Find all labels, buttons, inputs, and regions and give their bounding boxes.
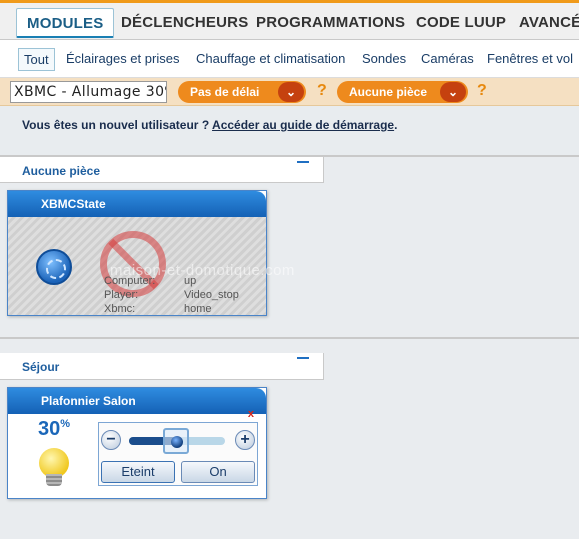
minimize-icon[interactable]	[297, 161, 309, 163]
top-accent-line	[0, 0, 579, 3]
device-name: XBMCState	[8, 191, 266, 217]
gear-icon[interactable]	[36, 249, 72, 285]
off-button[interactable]: Eteint	[101, 461, 175, 483]
level-readout: 30%	[38, 418, 70, 441]
top-tab-bar: MODULES DÉCLENCHEURS PROGRAMMATIONS CODE…	[0, 0, 579, 40]
sub-tab-bar: Tout Éclairages et prises Chauffage et c…	[0, 40, 579, 78]
subtab-sondes[interactable]: Sondes	[362, 51, 406, 66]
subtab-fenetres[interactable]: Fenêtres et vol	[487, 51, 573, 66]
watermark: maison-et-domotique.com	[110, 262, 295, 279]
field-value: home	[184, 303, 212, 315]
tab-programmations[interactable]: PROGRAMMATIONS	[256, 8, 405, 38]
device-name: Plafonnier Salon	[8, 388, 266, 414]
room-header: Séjour	[0, 353, 324, 380]
room-help-icon[interactable]: ?	[477, 82, 487, 100]
subtab-chauffage[interactable]: Chauffage et climatisation	[196, 51, 345, 66]
lightbulb-base	[46, 474, 62, 486]
close-icon[interactable]: x	[248, 408, 254, 420]
slider-handle[interactable]	[162, 428, 189, 454]
getting-started-link[interactable]: Accéder au guide de démarrage	[212, 118, 394, 132]
subtab-tout[interactable]: Tout	[18, 48, 55, 71]
subtab-eclairages[interactable]: Éclairages et prises	[66, 51, 179, 66]
rule-bar: XBMC - Allumage 30% Pas de délai ⌄ ? Auc…	[0, 78, 579, 106]
dimmer-panel: − + Eteint On	[98, 422, 258, 486]
room-header: Aucune pièce	[0, 157, 324, 183]
tab-modules[interactable]: MODULES	[16, 8, 115, 38]
dimmer-body: 30% x − + Eteint On	[8, 408, 266, 498]
room-title: Séjour	[22, 360, 60, 374]
tab-code-luup[interactable]: CODE LUUP	[416, 8, 506, 38]
chevron-down-icon: ⌄	[440, 82, 466, 102]
field-key: Player:	[104, 289, 139, 301]
chevron-down-icon: ⌄	[278, 82, 304, 102]
decrease-button[interactable]: −	[101, 430, 121, 450]
device-card: Plafonnier Salon 30% x − + Eteint On	[7, 387, 267, 499]
increase-button[interactable]: +	[235, 430, 255, 450]
minimize-icon[interactable]	[297, 357, 309, 359]
device-card: XBMCState Computer: up Player: Video_sto…	[7, 190, 267, 316]
tab-declencheurs[interactable]: DÉCLENCHEURS	[121, 8, 248, 38]
field-key: Xbmc:	[104, 303, 136, 315]
rule-name-field[interactable]: XBMC - Allumage 30%	[10, 81, 167, 103]
new-user-tail: .	[394, 118, 398, 132]
room-dropdown-label: Aucune pièce	[349, 85, 428, 99]
room-title: Aucune pièce	[22, 164, 101, 178]
delay-dropdown-label: Pas de délai	[190, 85, 260, 99]
new-user-notice: Vous êtes un nouvel utilisateur ? Accéde…	[22, 118, 397, 132]
delay-help-icon[interactable]: ?	[317, 82, 327, 100]
on-button[interactable]: On	[181, 461, 255, 483]
delay-dropdown[interactable]: Pas de délai ⌄	[178, 81, 306, 103]
subtab-cameras[interactable]: Caméras	[421, 51, 474, 66]
level-value: 30	[38, 418, 61, 440]
field-value: Video_stop	[184, 289, 239, 301]
level-unit: %	[60, 418, 71, 430]
tab-avance[interactable]: AVANCÉ	[519, 8, 579, 38]
room-dropdown[interactable]: Aucune pièce ⌄	[337, 81, 468, 103]
slider-knob	[170, 436, 183, 448]
new-user-text: Vous êtes un nouvel utilisateur ?	[22, 118, 213, 132]
